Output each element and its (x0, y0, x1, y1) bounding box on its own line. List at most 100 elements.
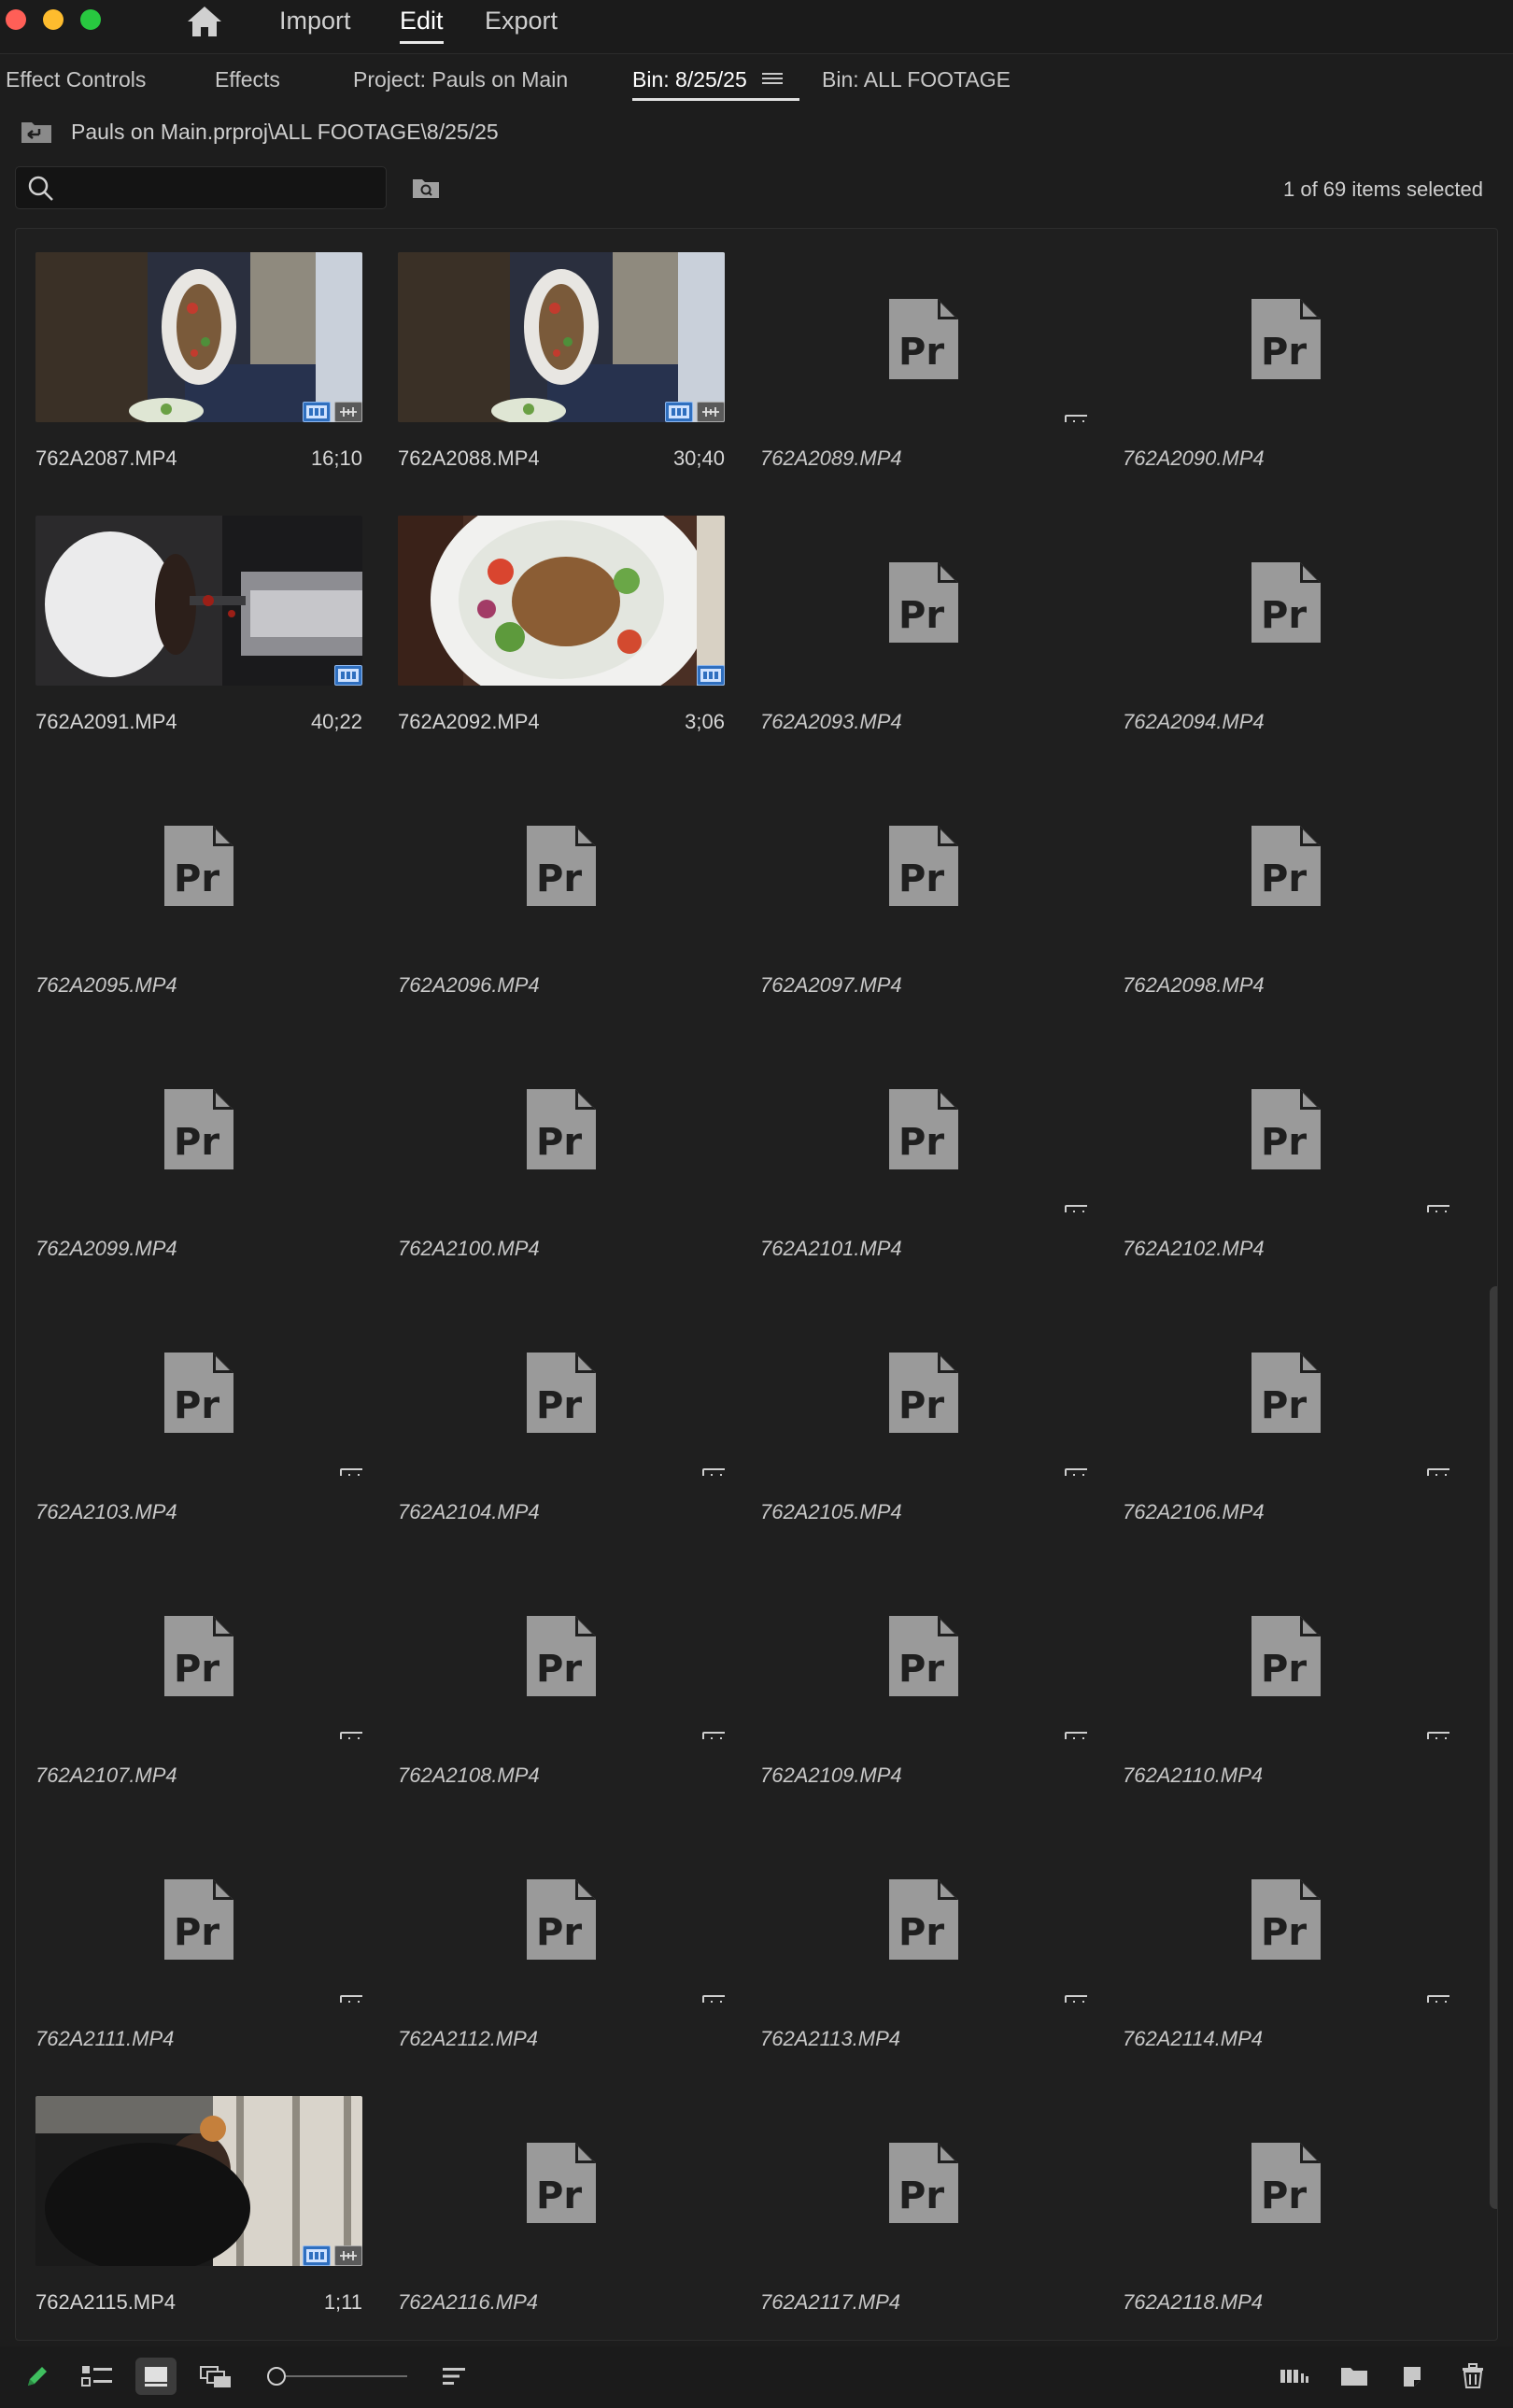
clip-thumbnail[interactable] (35, 516, 362, 686)
clip-item[interactable]: Pr 762A2097.MP4 (760, 779, 1087, 1013)
clip-thumbnail[interactable]: Pr (35, 779, 362, 949)
clip-item[interactable]: Pr 762A2096.MP4 (398, 779, 725, 1013)
clip-item[interactable]: Pr 762A2104.MP4 (398, 1306, 725, 1539)
clip-item[interactable]: Pr 762A2113.MP4 (760, 1833, 1087, 2066)
clip-item[interactable]: Pr 762A2107.MP4 (35, 1569, 362, 1803)
tab-project[interactable]: Project: Pauls on Main (353, 65, 568, 99)
video-track-badge (303, 402, 331, 422)
clip-thumbnail[interactable]: Pr (1123, 516, 1449, 686)
delete-button[interactable] (1452, 2358, 1493, 2395)
clip-thumbnail[interactable]: Pr (1123, 1042, 1449, 1212)
search-input[interactable] (64, 173, 373, 203)
tab-effects[interactable]: Effects (215, 65, 280, 99)
audio-track-badge (1427, 1995, 1449, 2003)
clip-thumbnail[interactable]: Pr (1123, 252, 1449, 422)
clip-item[interactable]: 762A2087.MP4 16;10 (35, 252, 362, 486)
clip-item[interactable]: Pr 762A2108.MP4 (398, 1569, 725, 1803)
clip-item[interactable]: Pr 762A2090.MP4 (1123, 252, 1449, 486)
clip-thumbnail[interactable]: Pr (760, 252, 1087, 422)
clip-item[interactable]: Pr 762A2109.MP4 (760, 1569, 1087, 1803)
clip-thumbnail[interactable]: Pr (35, 1042, 362, 1212)
menu-tab-import[interactable]: Import (279, 4, 351, 41)
clip-thumbnail[interactable]: Pr (760, 516, 1087, 686)
clip-item[interactable]: Pr 762A2093.MP4 (760, 516, 1087, 749)
clip-thumbnail[interactable]: Pr (760, 1833, 1087, 2003)
folder-up-icon[interactable] (21, 120, 52, 144)
writable-toggle-button[interactable] (17, 2358, 58, 2395)
clip-item[interactable]: Pr 762A2114.MP4 (1123, 1833, 1449, 2066)
clip-item[interactable]: 762A2092.MP4 3;06 (398, 516, 725, 749)
clip-item[interactable]: Pr 762A2118.MP4 (1123, 2096, 1449, 2330)
vertical-scrollbar[interactable] (1490, 1286, 1497, 2209)
clip-thumbnail[interactable]: Pr (760, 1306, 1087, 1476)
search-field[interactable] (15, 166, 387, 209)
clip-thumbnail[interactable] (35, 252, 362, 422)
tab-effect-controls[interactable]: Effect Controls (6, 65, 146, 99)
clip-thumbnail[interactable]: Pr (760, 779, 1087, 949)
close-window-button[interactable] (6, 9, 26, 30)
clip-thumbnail[interactable]: Pr (398, 779, 725, 949)
clip-item[interactable]: 762A2088.MP4 30;40 (398, 252, 725, 486)
clip-item[interactable]: Pr 762A2116.MP4 (398, 2096, 725, 2330)
clip-item[interactable]: Pr 762A2105.MP4 (760, 1306, 1087, 1539)
clip-thumbnail[interactable]: Pr (398, 2096, 725, 2266)
tab-bin-all-footage[interactable]: Bin: ALL FOOTAGE (822, 65, 1011, 99)
clip-thumbnail[interactable]: Pr (760, 1042, 1087, 1212)
clip-thumbnail[interactable]: Pr (760, 1569, 1087, 1739)
freeform-view-button[interactable] (196, 2358, 237, 2395)
clip-item[interactable]: Pr 762A2095.MP4 (35, 779, 362, 1013)
clip-item[interactable]: Pr 762A2100.MP4 (398, 1042, 725, 1276)
track-badges (1065, 1732, 1087, 1739)
clip-item[interactable]: Pr 762A2106.MP4 (1123, 1306, 1449, 1539)
automate-to-sequence-button[interactable] (1275, 2358, 1316, 2395)
panel-menu-icon[interactable] (762, 70, 783, 87)
clip-item[interactable]: 762A2115.MP4 1;11 (35, 2096, 362, 2330)
new-bin-button[interactable] (1334, 2358, 1375, 2395)
clip-thumbnail[interactable] (35, 2096, 362, 2266)
clip-item[interactable]: Pr 762A2089.MP4 (760, 252, 1087, 486)
clip-item[interactable]: Pr 762A2101.MP4 (760, 1042, 1087, 1276)
clip-item[interactable]: Pr 762A2111.MP4 (35, 1833, 362, 2066)
clip-thumbnail[interactable]: Pr (398, 1306, 725, 1476)
clip-thumbnail[interactable]: Pr (35, 1306, 362, 1476)
clip-item[interactable]: 762A2091.MP4 40;22 (35, 516, 362, 749)
clip-item[interactable]: Pr 762A2094.MP4 (1123, 516, 1449, 749)
list-view-button[interactable] (77, 2358, 118, 2395)
clip-thumbnail[interactable]: Pr (398, 1042, 725, 1212)
clip-thumbnail[interactable]: Pr (1123, 1306, 1449, 1476)
clip-thumbnail[interactable]: Pr (35, 1569, 362, 1739)
zoom-track[interactable] (286, 2375, 407, 2377)
clip-thumbnail[interactable] (398, 252, 725, 422)
clip-item[interactable]: Pr 762A2112.MP4 (398, 1833, 725, 2066)
zoom-slider[interactable] (267, 2367, 407, 2386)
clip-thumbnail[interactable]: Pr (1123, 1833, 1449, 2003)
clip-thumbnail[interactable]: Pr (35, 1833, 362, 2003)
audio-waveform-icon (711, 2001, 722, 2003)
menu-tab-export[interactable]: Export (485, 4, 558, 41)
clip-thumbnail[interactable]: Pr (1123, 779, 1449, 949)
sort-button[interactable] (433, 2358, 474, 2395)
clip-thumbnail[interactable]: Pr (1123, 2096, 1449, 2266)
minimize-window-button[interactable] (43, 9, 64, 30)
clip-item[interactable]: Pr 762A2102.MP4 (1123, 1042, 1449, 1276)
clip-item[interactable]: Pr 762A2103.MP4 (35, 1306, 362, 1539)
clip-thumbnail[interactable]: Pr (760, 2096, 1087, 2266)
menu-tab-edit[interactable]: Edit (400, 4, 444, 44)
icon-view-button[interactable] (135, 2358, 177, 2395)
find-folder-icon[interactable] (411, 176, 441, 200)
clip-item[interactable]: Pr 762A2110.MP4 (1123, 1569, 1449, 1803)
clip-item[interactable]: Pr 762A2098.MP4 (1123, 779, 1449, 1013)
zoom-handle[interactable] (267, 2367, 286, 2386)
clip-thumbnail[interactable] (398, 516, 725, 686)
clip-name: 762A2096.MP4 (398, 973, 540, 997)
clip-thumbnail[interactable]: Pr (398, 1569, 725, 1739)
trash-icon (1463, 2363, 1483, 2388)
zoom-window-button[interactable] (80, 9, 101, 30)
clip-thumbnail[interactable]: Pr (1123, 1569, 1449, 1739)
clip-item[interactable]: Pr 762A2099.MP4 (35, 1042, 362, 1276)
clip-thumbnail[interactable]: Pr (398, 1833, 725, 2003)
premiere-file-icon: Pr (1251, 1353, 1321, 1433)
clip-item[interactable]: Pr 762A2117.MP4 (760, 2096, 1087, 2330)
home-button[interactable] (183, 2, 226, 41)
new-item-button[interactable] (1392, 2358, 1433, 2395)
